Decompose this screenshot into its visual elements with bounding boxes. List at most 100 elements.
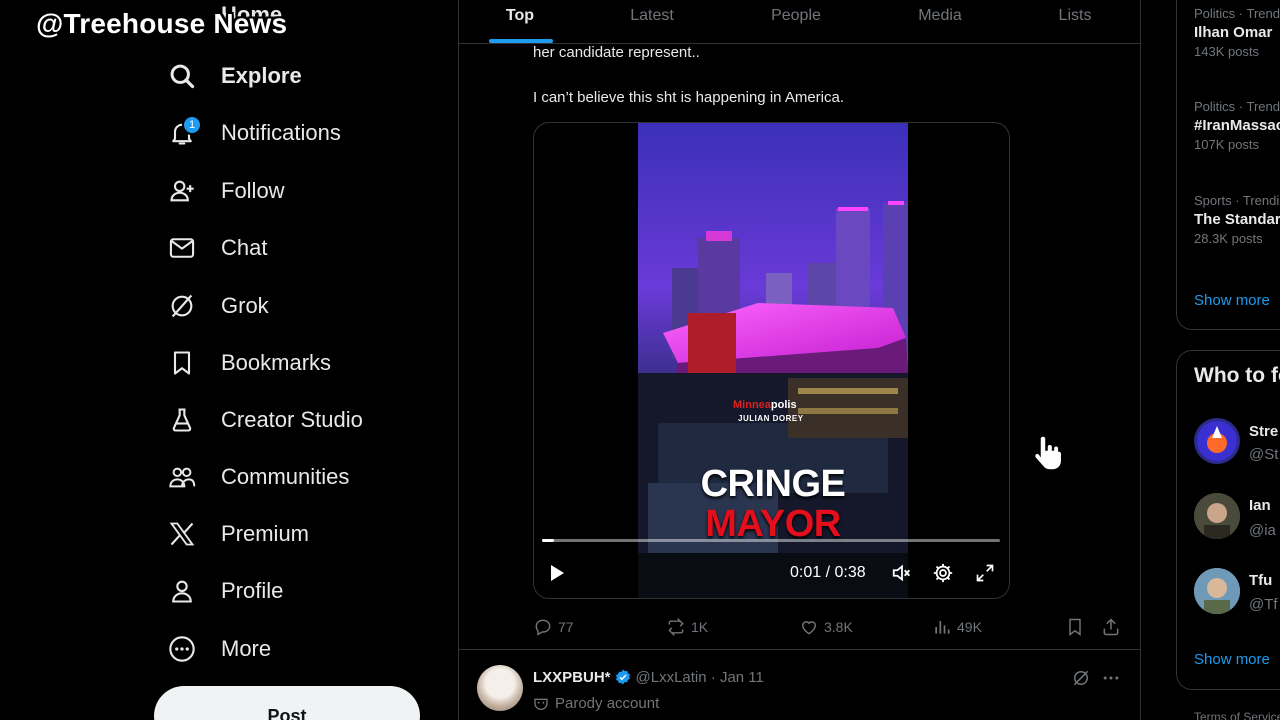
x-logo-icon bbox=[162, 514, 202, 554]
more-options-icon[interactable] bbox=[1101, 668, 1121, 693]
nav-item-label: Follow bbox=[221, 178, 285, 203]
view-count: 49K bbox=[957, 619, 982, 635]
follow-icon bbox=[162, 171, 202, 211]
nav-item-follow[interactable]: Follow bbox=[162, 166, 285, 216]
reply-count: 77 bbox=[558, 619, 574, 635]
nav-item-premium[interactable]: Premium bbox=[162, 509, 309, 559]
flask-icon bbox=[162, 400, 202, 440]
suggested-user-handle: @St bbox=[1249, 446, 1279, 463]
trend-name: Ilhan Omar bbox=[1194, 24, 1273, 41]
video-brand-subtitle: JULIAN DOREY bbox=[738, 414, 804, 423]
tab-top[interactable]: Top bbox=[506, 0, 534, 44]
repost-count: 1K bbox=[691, 619, 709, 635]
channel-watermark: @Treehouse News bbox=[36, 8, 288, 39]
video-progress-bar[interactable] bbox=[542, 539, 1000, 542]
bookmark-icon bbox=[162, 343, 202, 383]
trend-post-count: 107K posts bbox=[1194, 137, 1260, 152]
tab-lists[interactable]: Lists bbox=[1059, 0, 1092, 44]
tweet-text-line: her candidate represent.. bbox=[533, 44, 700, 61]
post-button[interactable]: Post bbox=[154, 686, 420, 720]
nav-item-notifications[interactable]: 1 Notifications bbox=[162, 108, 341, 158]
tab-media[interactable]: Media bbox=[918, 0, 962, 44]
avatar[interactable] bbox=[1194, 493, 1240, 539]
settings-gear-icon[interactable] bbox=[931, 561, 955, 585]
video-title-line1: CRINGE bbox=[700, 463, 846, 505]
share-button[interactable] bbox=[1101, 612, 1126, 642]
tweet-divider bbox=[459, 649, 1140, 650]
nav-item-label: Bookmarks bbox=[221, 350, 332, 375]
trend-name: #IranMassacre bbox=[1194, 117, 1280, 134]
volume-icon[interactable] bbox=[890, 561, 914, 585]
nav-item-more[interactable]: More bbox=[162, 624, 271, 674]
nav-item-chat[interactable]: Chat bbox=[162, 223, 267, 273]
bookmark-button[interactable] bbox=[1065, 612, 1090, 642]
nav-item-profile[interactable]: Profile bbox=[162, 566, 283, 616]
search-tabs: Top Latest People Media Lists bbox=[459, 0, 1140, 44]
video-brand-caption: Minneapolis bbox=[733, 399, 797, 411]
avatar[interactable] bbox=[477, 665, 523, 711]
trend-category: Politics · Trending bbox=[1194, 6, 1280, 21]
fullscreen-icon[interactable] bbox=[973, 561, 997, 585]
suggested-user-name[interactable]: Ian bbox=[1249, 497, 1271, 514]
suggested-user-handle: @Tf bbox=[1249, 596, 1278, 613]
nav-item-explore[interactable]: Explore bbox=[162, 51, 302, 101]
grok-icon bbox=[162, 286, 202, 326]
views-button[interactable]: 49K bbox=[932, 612, 982, 642]
tweet-author-handle[interactable]: @LxxLatin · Jan 11 bbox=[636, 669, 764, 686]
more-circle-icon bbox=[162, 629, 202, 669]
analytics-icon bbox=[935, 621, 950, 634]
show-more-follow-link[interactable]: Show more bbox=[1194, 651, 1270, 668]
nav-item-creator-studio[interactable]: Creator Studio bbox=[162, 395, 363, 445]
nav-item-grok[interactable]: Grok bbox=[162, 281, 269, 331]
nav-item-label: Explore bbox=[221, 63, 302, 88]
nav-item-label: More bbox=[221, 636, 272, 661]
nav-item-label: Grok bbox=[221, 293, 269, 318]
terms-of-service-link[interactable]: Terms of Service bbox=[1194, 710, 1280, 720]
trend-item[interactable]: Sports · Trending The Standard 28.3K pos… bbox=[1194, 193, 1280, 246]
video-brand-white: polis bbox=[770, 399, 797, 411]
play-icon[interactable] bbox=[546, 561, 568, 585]
nav-item-label: Profile bbox=[221, 578, 284, 603]
nav-item-bookmarks[interactable]: Bookmarks bbox=[162, 338, 331, 388]
tab-latest[interactable]: Latest bbox=[630, 0, 674, 44]
parody-mask-icon bbox=[534, 698, 548, 710]
avatar[interactable] bbox=[1194, 418, 1240, 464]
tweet-text-line: I can’t believe this sht is happening in… bbox=[533, 89, 845, 106]
main-timeline: Top Latest People Media Lists her candid… bbox=[458, 0, 1141, 720]
communities-icon bbox=[162, 457, 202, 497]
show-more-trends-link[interactable]: Show more bbox=[1194, 292, 1270, 309]
person-icon bbox=[162, 571, 202, 611]
repost-button[interactable]: 1K bbox=[666, 612, 708, 642]
nav-item-label: Creator Studio bbox=[221, 407, 363, 432]
suggested-user-name[interactable]: Stre bbox=[1249, 423, 1278, 440]
suggested-user-name[interactable]: Tfu bbox=[1249, 572, 1272, 589]
right-sidebar: Politics · Trending Ilhan Omar 143K post… bbox=[1141, 0, 1280, 720]
video-time: 0:01 / 0:38 bbox=[790, 564, 866, 581]
trend-name: The Standard bbox=[1194, 211, 1280, 228]
suggested-user-handle: @ia bbox=[1249, 522, 1276, 539]
tweet-author-line: LXXPBUH* @LxxLatin · Jan 11 bbox=[533, 668, 764, 686]
tab-people[interactable]: People bbox=[771, 0, 821, 44]
grok-icon[interactable] bbox=[1071, 668, 1091, 693]
trend-item[interactable]: Politics · Trending #IranMassacre 107K p… bbox=[1194, 99, 1280, 152]
trend-category: Politics · Trending bbox=[1194, 99, 1280, 114]
like-count: 3.8K bbox=[824, 619, 853, 635]
bookmark-icon bbox=[1069, 618, 1081, 636]
tweet-author-name[interactable]: LXXPBUH* bbox=[533, 669, 611, 686]
avatar[interactable] bbox=[1194, 568, 1240, 614]
video-brand-red: Minnea bbox=[733, 399, 771, 411]
repost-icon bbox=[668, 618, 684, 636]
nav-item-communities[interactable]: Communities bbox=[162, 452, 349, 502]
hand-cursor-icon bbox=[1033, 435, 1063, 471]
video-player[interactable]: Minneapolis JULIAN DOREY CRINGE MAYOR 0:… bbox=[533, 122, 1010, 599]
share-icon bbox=[1103, 618, 1119, 636]
video-progress-fill bbox=[542, 539, 554, 542]
reply-button[interactable]: 77 bbox=[533, 612, 574, 642]
trend-post-count: 143K posts bbox=[1194, 44, 1260, 59]
like-button[interactable]: 3.8K bbox=[799, 612, 853, 642]
active-tab-indicator bbox=[489, 39, 553, 43]
trend-item[interactable]: Politics · Trending Ilhan Omar 143K post… bbox=[1194, 6, 1280, 59]
verified-badge-icon bbox=[615, 669, 630, 685]
reply-icon bbox=[535, 619, 551, 636]
video-frame: Minneapolis JULIAN DOREY CRINGE MAYOR bbox=[638, 123, 908, 598]
